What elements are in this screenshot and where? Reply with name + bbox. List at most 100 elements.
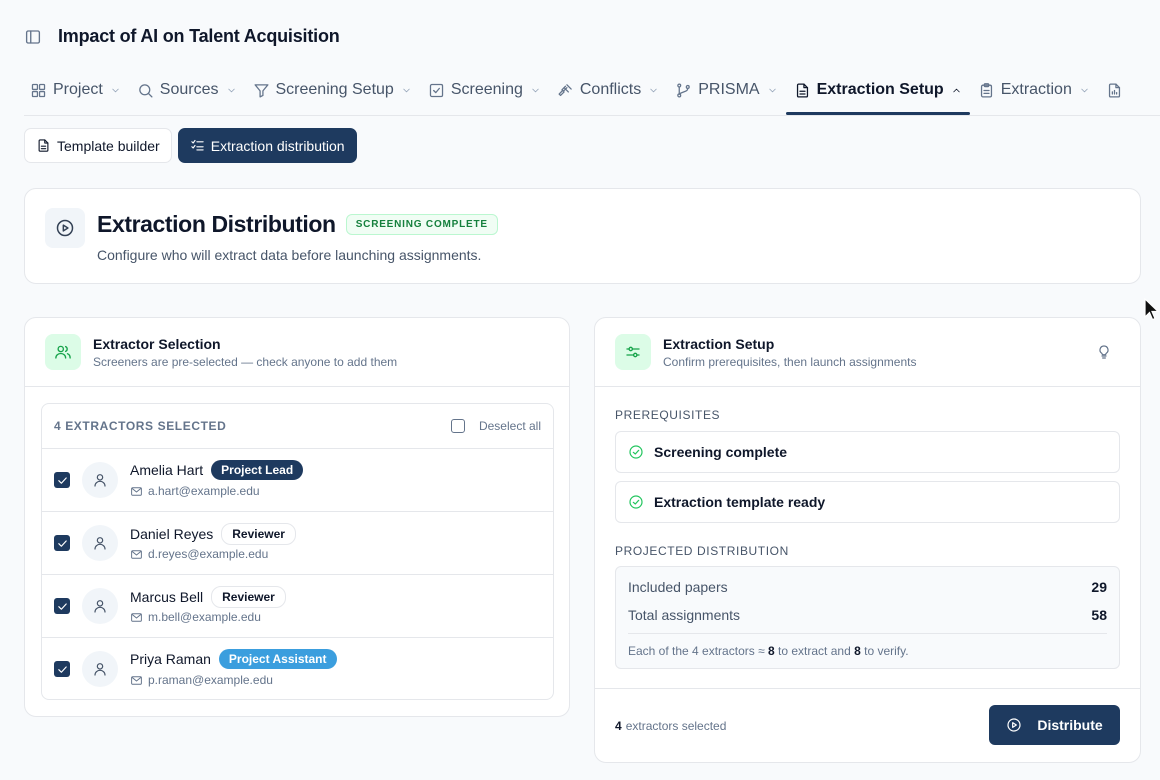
nav-tab-label: Extraction: [1000, 81, 1072, 98]
extractor-checkbox[interactable]: [54, 598, 70, 614]
tab-label: Extraction distribution: [210, 137, 345, 154]
extractor-checkbox[interactable]: [54, 535, 70, 551]
selected-count-summary: 4 extractors selected: [615, 719, 726, 733]
prerequisite-label: Screening complete: [654, 444, 788, 460]
distribute-button[interactable]: Distribute: [989, 705, 1120, 745]
deselect-all-label: Deselect all: [478, 419, 541, 433]
tab-extraction-distribution[interactable]: Extraction distribution: [177, 128, 357, 163]
extractor-list: 4 EXTRACTORS SELECTED Deselect all Ameli…: [41, 403, 554, 700]
extractor-email: d.reyes@example.edu: [148, 547, 269, 561]
check-circle-icon: [629, 445, 643, 459]
projected-distribution-box: Included papers 29 Total assignments 58 …: [615, 566, 1120, 669]
nav-tab-extraction[interactable]: Extraction: [970, 66, 1098, 114]
extractor-email: p.raman@example.edu: [148, 673, 273, 687]
nav-tab-sources[interactable]: Sources: [129, 66, 245, 114]
user-icon: [94, 600, 106, 613]
extractor-row[interactable]: Priya Raman Project Assistant p.raman@ex…: [42, 638, 553, 699]
deselect-all-checkbox[interactable]: [450, 419, 465, 433]
extractor-email: a.hart@example.edu: [148, 484, 260, 498]
nav-tab-conflicts[interactable]: Conflicts: [549, 66, 667, 114]
avatar: [82, 525, 118, 561]
prerequisite-item: Extraction template ready: [615, 481, 1120, 523]
nav-tab-label: Project: [53, 81, 103, 98]
chevron-down-icon: [227, 88, 235, 92]
role-badge: Project Lead: [211, 460, 304, 480]
check-icon: [57, 539, 67, 547]
panel-subtitle: Screeners are pre-selected — check anyon…: [93, 355, 398, 369]
chevron-down-icon: [1081, 88, 1088, 92]
panel-header: Extraction Setup Confirm prerequisites, …: [595, 318, 1140, 387]
nav-tab-label: Screening Setup: [275, 81, 394, 98]
project-header: Impact of AI on Talent Acquisition: [24, 26, 340, 47]
check-circle-icon: [629, 495, 643, 509]
user-icon: [94, 663, 106, 676]
note-extract-count: 8: [768, 644, 775, 658]
check-icon: [57, 602, 67, 610]
distribute-label: Distribute: [1037, 717, 1103, 733]
included-papers-row: Included papers 29: [628, 579, 1107, 595]
extractor-row[interactable]: Amelia Hart Project Lead a.hart@example.…: [42, 449, 553, 512]
nav-tab-project[interactable]: Project: [24, 66, 129, 114]
extractor-checkbox[interactable]: [54, 661, 70, 677]
extractor-email: m.bell@example.edu: [148, 610, 261, 624]
note-suffix: to verify.: [864, 644, 909, 658]
nav-tab-extraction-setup[interactable]: Extraction Setup: [785, 66, 970, 115]
extractor-row[interactable]: Daniel Reyes Reviewer d.reyes@example.ed…: [42, 512, 553, 575]
page-title: Extraction Distribution: [97, 211, 336, 237]
chevron-down-icon: [532, 88, 539, 92]
extractor-count: 4 EXTRACTORS SELECTED: [54, 419, 227, 433]
status-badge: SCREENING COMPLETE: [345, 214, 498, 235]
nav-tab-label: PRISMA: [698, 81, 760, 98]
gavel-icon: [558, 83, 572, 96]
page-subtitle: Configure who will extract data before l…: [97, 247, 482, 263]
distribution-header-card: Extraction Distribution SCREENING COMPLE…: [24, 188, 1141, 284]
panel-title: Extractor Selection: [93, 336, 221, 352]
included-papers-label: Included papers: [628, 579, 728, 595]
extractor-name: Marcus Bell: [130, 589, 204, 605]
avatar: [82, 651, 118, 687]
chevron-down-icon: [403, 88, 410, 92]
user-icon: [94, 474, 106, 487]
lightbulb-icon[interactable]: [1096, 343, 1112, 361]
nav-tab-more[interactable]: [1098, 66, 1131, 114]
mail-icon: [131, 612, 142, 622]
search-icon: [138, 83, 153, 98]
nav-tab-screening-setup[interactable]: Screening Setup: [245, 66, 420, 114]
sidebar-toggle-icon[interactable]: [24, 28, 42, 46]
total-assignments-value: 58: [1091, 607, 1107, 623]
extractor-name: Priya Raman: [130, 651, 211, 667]
role-badge: Reviewer: [221, 523, 296, 545]
document-icon: [38, 139, 49, 152]
check-icon: [57, 476, 67, 484]
nav-tab-label: Extraction Setup: [816, 81, 944, 98]
check-icon: [57, 665, 67, 673]
panel-title: Extraction Setup: [663, 336, 775, 352]
chevron-down-icon: [112, 88, 119, 92]
extractor-checkbox[interactable]: [54, 472, 70, 488]
total-assignments-label: Total assignments: [628, 607, 741, 623]
extractor-row[interactable]: Marcus Bell Reviewer m.bell@example.edu: [42, 575, 553, 638]
tab-template-builder[interactable]: Template builder: [24, 128, 172, 163]
projected-distribution-heading: PROJECTED DISTRIBUTION: [615, 544, 789, 558]
selected-count-label: extractors selected: [625, 719, 727, 733]
avatar: [82, 588, 118, 624]
extractor-selection-panel: Extractor Selection Screeners are pre-se…: [24, 317, 570, 717]
nav-tab-label: Screening: [450, 81, 523, 98]
divider: [595, 688, 1140, 689]
deselect-all-toggle[interactable]: Deselect all: [450, 419, 541, 433]
selected-count: 4: [615, 719, 622, 733]
extractor-list-header: 4 EXTRACTORS SELECTED Deselect all: [42, 404, 553, 449]
avatar: [82, 462, 118, 498]
document-icon: [796, 82, 808, 98]
note-prefix: Each of the 4 extractors ≈: [628, 644, 765, 658]
chevron-down-icon: [650, 88, 657, 92]
nav-tab-screening[interactable]: Screening: [420, 66, 549, 114]
mail-icon: [131, 486, 142, 496]
included-papers-value: 29: [1091, 579, 1107, 595]
prerequisites-heading: PREREQUISITES: [615, 408, 721, 422]
role-badge: Reviewer: [211, 586, 286, 608]
report-icon: [1108, 82, 1120, 98]
main-nav: Project Sources Screening Setup Screenin…: [24, 66, 1160, 116]
nav-tab-prisma[interactable]: PRISMA: [667, 66, 785, 114]
tab-label: Template builder: [57, 137, 160, 154]
